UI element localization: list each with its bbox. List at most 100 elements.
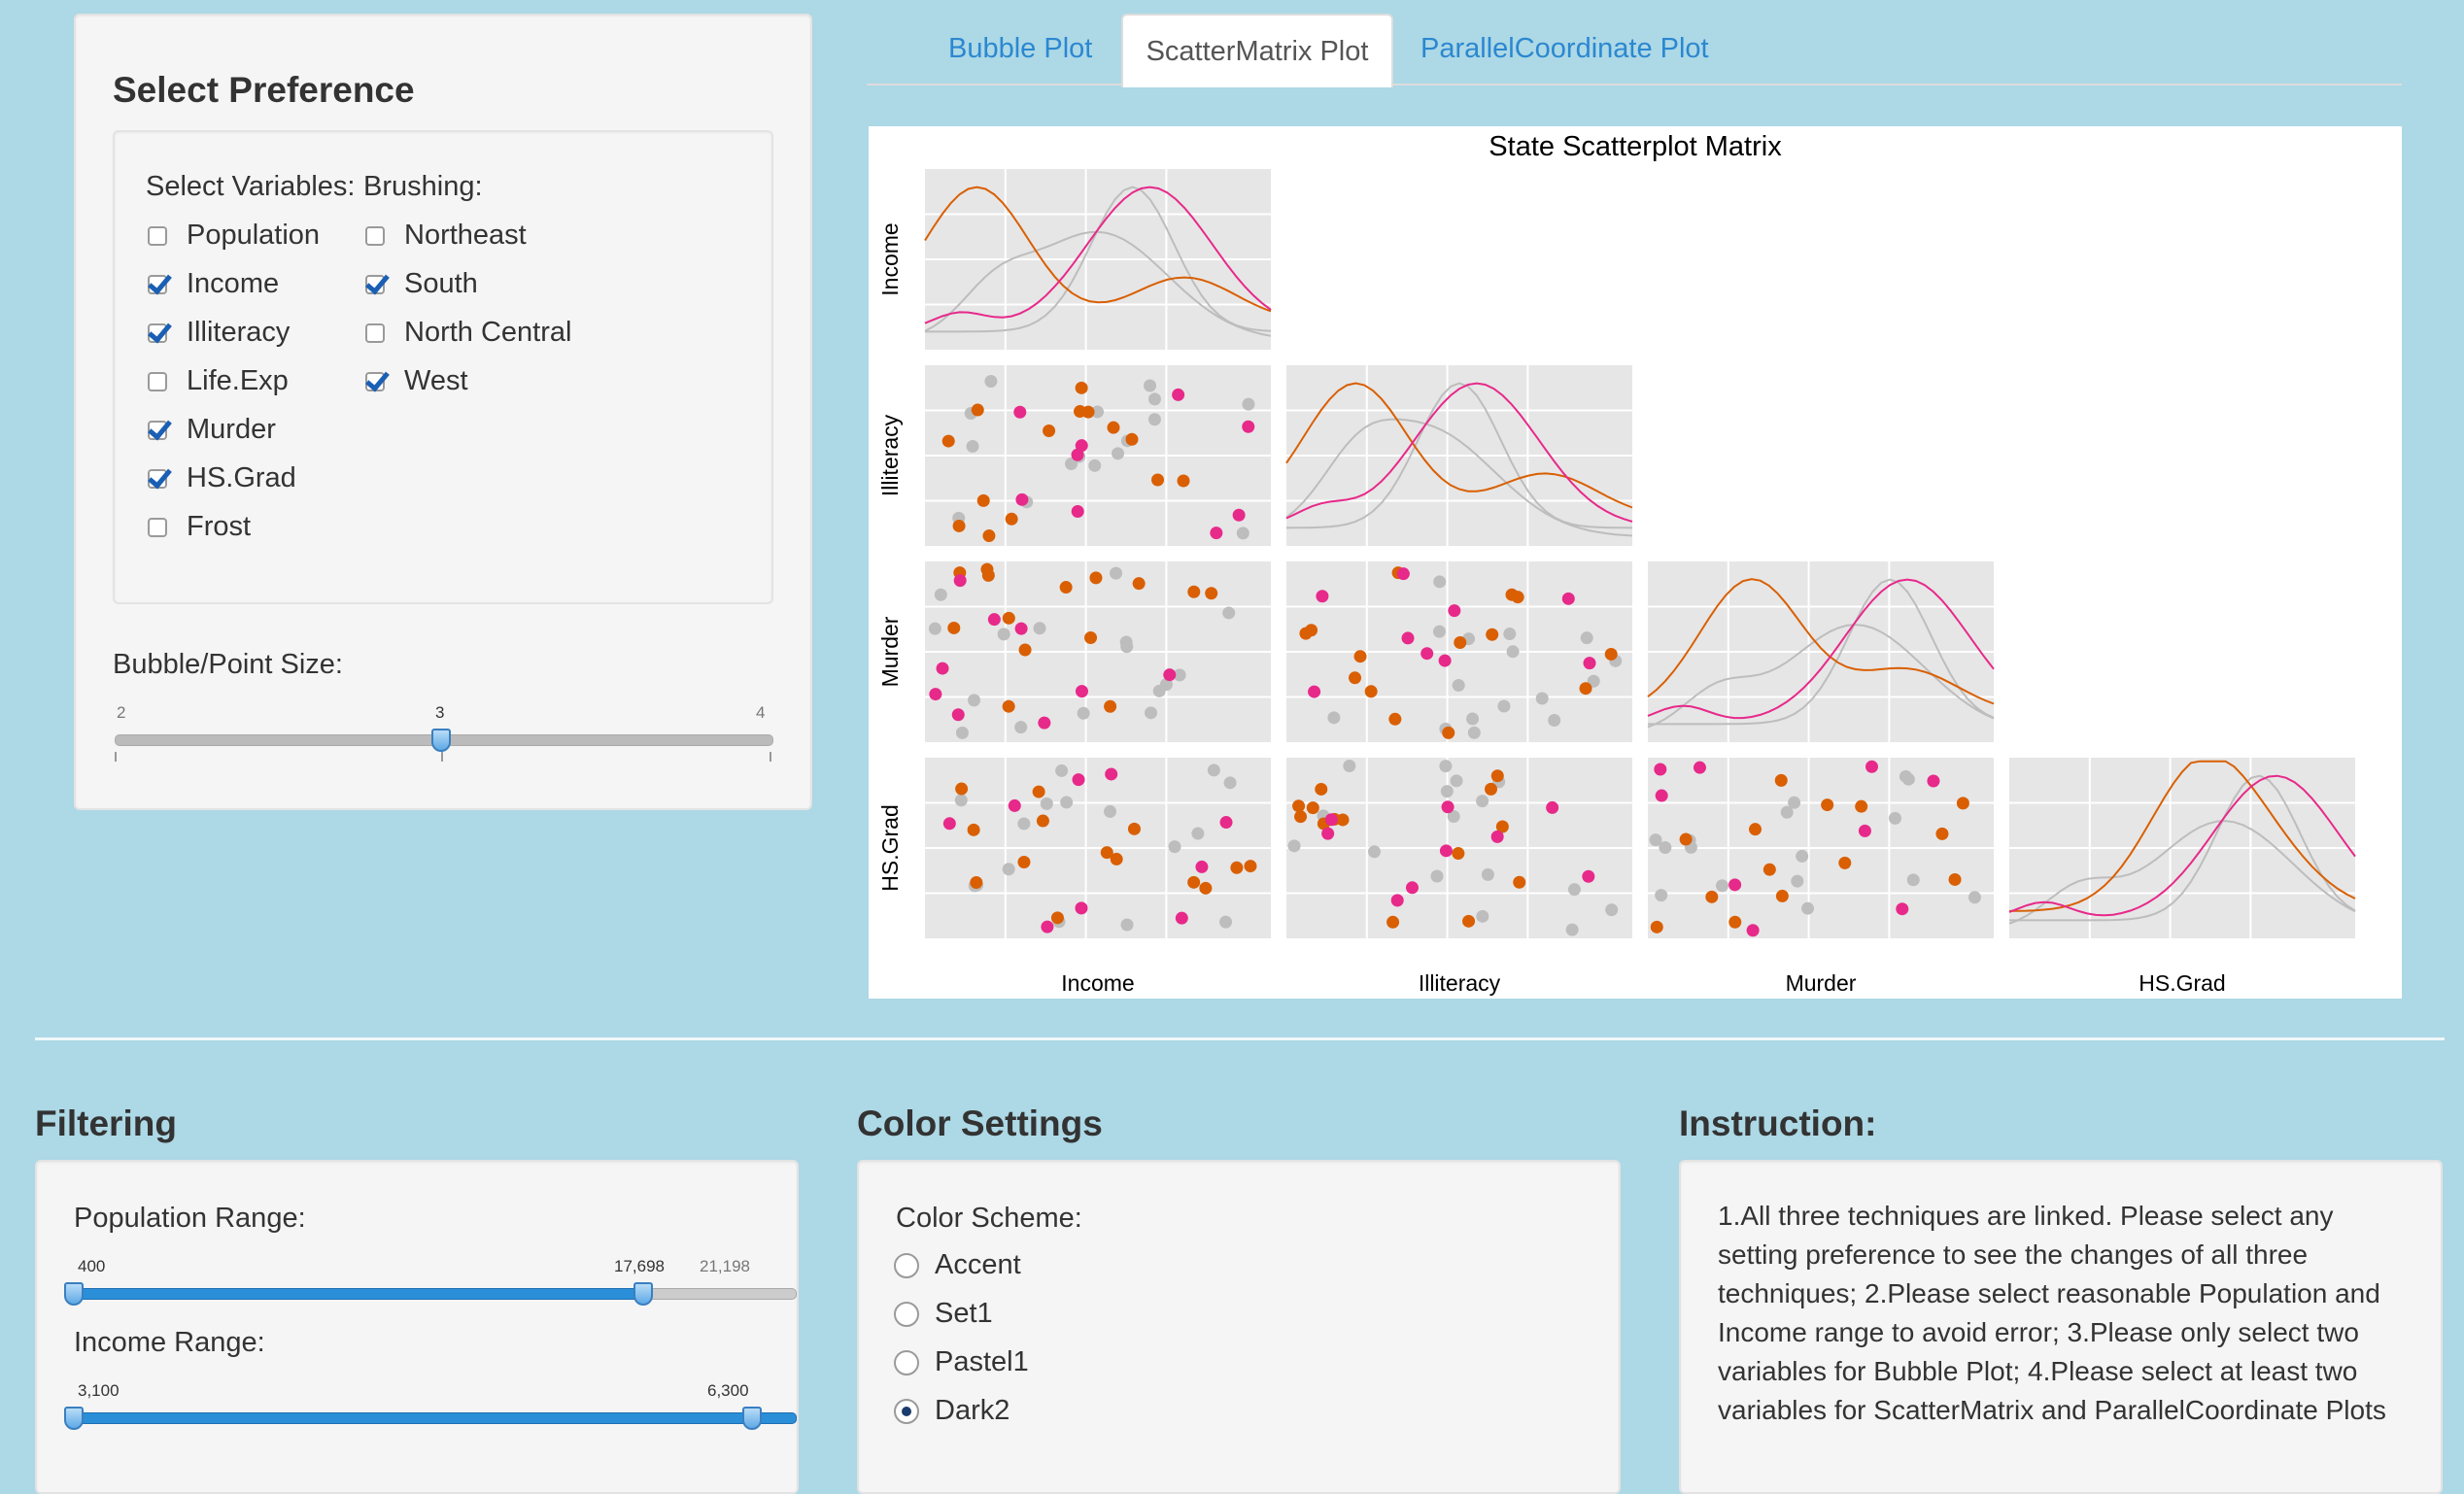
data-point — [1561, 592, 1575, 605]
data-point — [1888, 811, 1901, 825]
data-point — [1452, 678, 1465, 692]
brush-north-central[interactable]: North Central — [365, 317, 571, 349]
data-point — [1433, 575, 1447, 589]
data-point — [1104, 699, 1117, 713]
var-illiteracy[interactable]: Illiteracy — [148, 317, 290, 349]
population-handle-min[interactable] — [64, 1282, 84, 1306]
instruction-line-4: Income range to avoid error; 3.Please on… — [1718, 1317, 2359, 1347]
data-point — [1775, 889, 1789, 902]
scheme-pastel1[interactable]: Pastel1 — [894, 1346, 1029, 1378]
tab-parallelcoordinate-plot[interactable]: ParallelCoordinate Plot — [1420, 33, 1709, 65]
data-point — [1655, 789, 1668, 802]
data-point — [1441, 800, 1454, 814]
scheme-accent-label: Accent — [935, 1249, 1021, 1280]
data-point — [1219, 816, 1233, 830]
data-point — [1207, 764, 1220, 777]
checkbox[interactable] — [148, 420, 167, 440]
checkbox[interactable] — [365, 371, 385, 391]
income-fill — [76, 1412, 797, 1424]
brush-west[interactable]: West — [365, 365, 468, 397]
income-handle-max[interactable] — [742, 1407, 762, 1430]
color-scheme-label: Color Scheme: — [896, 1203, 1082, 1234]
data-point — [1948, 872, 1962, 886]
var-frost[interactable]: Frost — [148, 511, 251, 543]
var-frost-label: Frost — [187, 511, 252, 542]
data-point — [1299, 627, 1313, 640]
point-size-handle[interactable] — [431, 729, 451, 752]
var-population[interactable]: Population — [148, 220, 320, 252]
data-point — [1935, 827, 1949, 840]
checkbox[interactable] — [148, 225, 167, 246]
var-hs-grad[interactable]: HS.Grad — [148, 462, 296, 494]
data-point — [1388, 712, 1402, 726]
data-point — [934, 588, 947, 601]
scheme-set1[interactable]: Set1 — [894, 1298, 993, 1330]
data-point — [1032, 785, 1045, 798]
checkbox[interactable] — [148, 323, 167, 343]
var-life-exp-label: Life.Exp — [187, 365, 289, 396]
radio[interactable] — [894, 1301, 919, 1327]
scheme-accent[interactable]: Accent — [894, 1249, 1021, 1281]
data-point — [1005, 512, 1018, 526]
data-point — [1583, 657, 1596, 670]
data-point — [1476, 795, 1489, 808]
checkbox[interactable] — [148, 517, 167, 537]
checkbox[interactable] — [148, 274, 167, 294]
brush-north-central-label: North Central — [404, 317, 572, 348]
radio[interactable] — [894, 1252, 919, 1278]
radio[interactable] — [894, 1398, 919, 1424]
data-point — [1089, 571, 1103, 585]
data-point — [1060, 796, 1074, 809]
income-to: 6,300 — [707, 1381, 749, 1400]
data-point — [987, 613, 1001, 627]
data-point — [1040, 797, 1053, 810]
tab-scattermatrix-plot[interactable]: ScatterMatrix Plot — [1121, 14, 1393, 87]
scheme-dark2[interactable]: Dark2 — [894, 1395, 1010, 1427]
checkbox[interactable] — [148, 468, 167, 489]
income-handle-min[interactable] — [64, 1407, 84, 1430]
var-murder[interactable]: Murder — [148, 414, 276, 446]
data-point — [1144, 379, 1157, 392]
data-point — [1438, 654, 1452, 667]
checkbox[interactable] — [365, 225, 385, 246]
brush-northeast[interactable]: Northeast — [365, 220, 527, 252]
instruction-line-1: 1.All three techniques are linked. Pleas… — [1718, 1201, 2334, 1231]
data-point — [967, 823, 980, 836]
data-point — [1088, 458, 1102, 472]
data-point — [1679, 832, 1693, 846]
data-point — [1110, 566, 1123, 580]
data-point — [1002, 863, 1015, 876]
data-point — [1104, 804, 1117, 818]
data-point — [1075, 381, 1088, 394]
point-size-min: 2 — [117, 703, 126, 722]
brush-west-label: West — [404, 365, 468, 396]
color-settings-panel: Color Scheme: Accent Set1 Pastel1 Dark2 — [857, 1160, 1621, 1494]
checkbox[interactable] — [148, 371, 167, 391]
data-point — [928, 622, 941, 635]
y-axis-label-income: Income — [877, 222, 903, 295]
checkbox[interactable] — [365, 323, 385, 343]
var-life-exp[interactable]: Life.Exp — [148, 365, 289, 397]
tab-bubble-plot[interactable]: Bubble Plot — [948, 33, 1092, 65]
data-point — [1105, 767, 1118, 781]
instruction-line-2: setting preference to see the changes of… — [1718, 1239, 2309, 1270]
data-point — [1546, 800, 1559, 814]
data-point — [1316, 590, 1329, 603]
data-point — [1693, 761, 1706, 774]
filtering-panel: Population Range: 400 17,698 21,198 Inco… — [35, 1160, 799, 1494]
data-point — [1401, 631, 1415, 645]
brush-south[interactable]: South — [365, 268, 478, 300]
data-point — [1405, 881, 1419, 895]
var-income[interactable]: Income — [148, 268, 279, 300]
data-point — [1230, 861, 1244, 874]
population-handle-max[interactable] — [633, 1282, 653, 1306]
data-point — [1497, 699, 1511, 713]
data-point — [1440, 785, 1454, 798]
scheme-pastel1-label: Pastel1 — [935, 1346, 1029, 1377]
data-point — [1163, 668, 1177, 682]
checkbox[interactable] — [365, 274, 385, 294]
radio[interactable] — [894, 1349, 919, 1375]
data-point — [1506, 645, 1520, 659]
data-point — [1324, 813, 1338, 827]
data-point — [1050, 911, 1064, 925]
